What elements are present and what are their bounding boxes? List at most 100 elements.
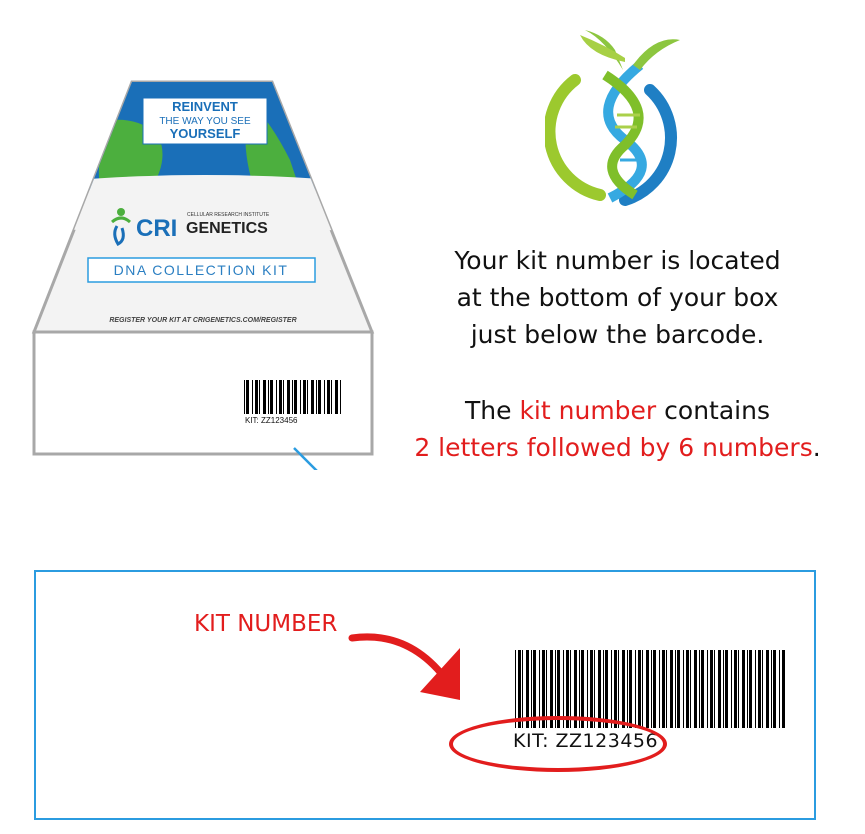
- barcode-bar: [331, 380, 332, 414]
- kit-number-highlight-ellipse: [449, 716, 667, 772]
- info-line-3: just below the barcode.: [470, 320, 765, 349]
- register-text: REGISTER YOUR KIT AT CRIGENETICS.COM/REG…: [109, 317, 296, 324]
- barcode-bar: [683, 650, 684, 728]
- barcode-bar: [762, 650, 763, 728]
- barcode-bar: [779, 650, 780, 728]
- kit-number-label: KIT NUMBER: [194, 611, 338, 637]
- barcode-bar: [244, 380, 245, 414]
- barcode-bar: [627, 650, 628, 728]
- barcode-bar: [725, 650, 728, 728]
- info-kit-number-highlight: kit number: [519, 396, 657, 425]
- barcode-bar: [731, 650, 732, 728]
- barcode-bar: [758, 650, 761, 728]
- barcode-bar: [755, 650, 756, 728]
- barcode-bar: [603, 650, 604, 728]
- barcode-bar: [316, 380, 317, 414]
- info-line-4-prefix: The: [465, 396, 520, 425]
- barcode-bar: [327, 380, 330, 414]
- barcode-bar: [659, 650, 660, 728]
- barcode-bar: [594, 650, 595, 728]
- barcode-bar: [300, 380, 301, 414]
- barcode-bar: [270, 380, 273, 414]
- barcode-bar: [598, 650, 601, 728]
- info-format-highlight: 2 letters followed by 6 numbers: [414, 433, 813, 462]
- barcode-bar: [642, 650, 643, 728]
- barcode-bar: [303, 380, 306, 414]
- info-line-4-suffix: contains: [656, 396, 770, 425]
- barcode-bar: [259, 380, 260, 414]
- info-line-1: Your kit number is located: [454, 246, 781, 275]
- barcode-bar: [279, 380, 282, 414]
- barcode-bar: [335, 380, 338, 414]
- barcode-bar: [766, 650, 769, 728]
- barcode-bar: [651, 650, 652, 728]
- barcode-bar: [690, 650, 691, 728]
- barcode-bar: [662, 650, 665, 728]
- barcode-bar: [324, 380, 325, 414]
- barcode-bar: [292, 380, 293, 414]
- barcode-bar: [707, 650, 708, 728]
- barcode-bar: [782, 650, 785, 728]
- barcode-bar: [734, 650, 737, 728]
- barcode-bar: [742, 650, 745, 728]
- barcode-bar: [255, 380, 258, 414]
- info-line-5: 2 letters followed by 6 numbers.: [395, 429, 840, 466]
- kit-label-text: DNA COLLECTION KIT: [114, 262, 289, 278]
- barcode-bar: [618, 650, 619, 728]
- banner-line-1: REINVENT: [172, 99, 238, 114]
- barcode-bar: [340, 380, 341, 414]
- brand-genetics: GENETICS: [186, 220, 268, 237]
- barcode-bar: [622, 650, 625, 728]
- barcode-bar: [723, 650, 724, 728]
- dna-kit-box-illustration: REINVENT THE WAY YOU SEE YOURSELF CRI CE…: [31, 80, 375, 470]
- barcode-bar: [701, 650, 704, 728]
- barcode-bar: [677, 650, 680, 728]
- barcode-bar: [635, 650, 636, 728]
- barcode-bar: [653, 650, 656, 728]
- barcode-bar: [638, 650, 641, 728]
- barcode-bar: [666, 650, 667, 728]
- kit-code-small: KIT: ZZ123456: [245, 416, 298, 425]
- barcode-bar: [699, 650, 700, 728]
- barcode-bar: [710, 650, 713, 728]
- barcode-bar: [318, 380, 321, 414]
- barcode-bar: [307, 380, 308, 414]
- banner-line-3: YOURSELF: [170, 126, 241, 141]
- dna-logo-icon: [545, 30, 680, 206]
- info-line-2: at the bottom of your box: [456, 283, 779, 312]
- barcode-bar: [718, 650, 721, 728]
- barcode-bar: [276, 380, 277, 414]
- barcode-bar: [747, 650, 748, 728]
- barcode-bar: [749, 650, 752, 728]
- info-line-5-suffix: .: [812, 433, 821, 462]
- barcode-bar: [675, 650, 676, 728]
- barcode-bar: [246, 380, 249, 414]
- box-front-face: [32, 330, 374, 456]
- brand-cri: CRI: [136, 215, 177, 242]
- barcode-bar: [515, 650, 516, 728]
- barcode-bar: [518, 650, 521, 728]
- barcode-bar: [522, 650, 523, 728]
- barcode-bar: [686, 650, 689, 728]
- barcode-bar: [614, 650, 617, 728]
- barcode-bar: [694, 650, 697, 728]
- barcode-bar: [670, 650, 673, 728]
- barcode-bar: [773, 650, 776, 728]
- barcode-bar: [283, 380, 284, 414]
- barcode-bar: [294, 380, 297, 414]
- barcode-bar: [738, 650, 739, 728]
- barcode-bar: [311, 380, 314, 414]
- barcode-bar: [263, 380, 266, 414]
- barcode-bar: [771, 650, 772, 728]
- red-arrow-icon: [348, 633, 460, 700]
- info-line-4: The kit number contains: [395, 392, 840, 429]
- barcode-bar: [714, 650, 715, 728]
- barcode-bar: [646, 650, 649, 728]
- barcode-bar: [268, 380, 269, 414]
- barcode-bar: [611, 650, 612, 728]
- barcode-bar: [252, 380, 253, 414]
- brand-small-text: CELLULAR RESEARCH INSTITUTE: [187, 212, 270, 218]
- barcode-bar: [605, 650, 608, 728]
- barcode-bar: [629, 650, 632, 728]
- barcode-bar: [287, 380, 290, 414]
